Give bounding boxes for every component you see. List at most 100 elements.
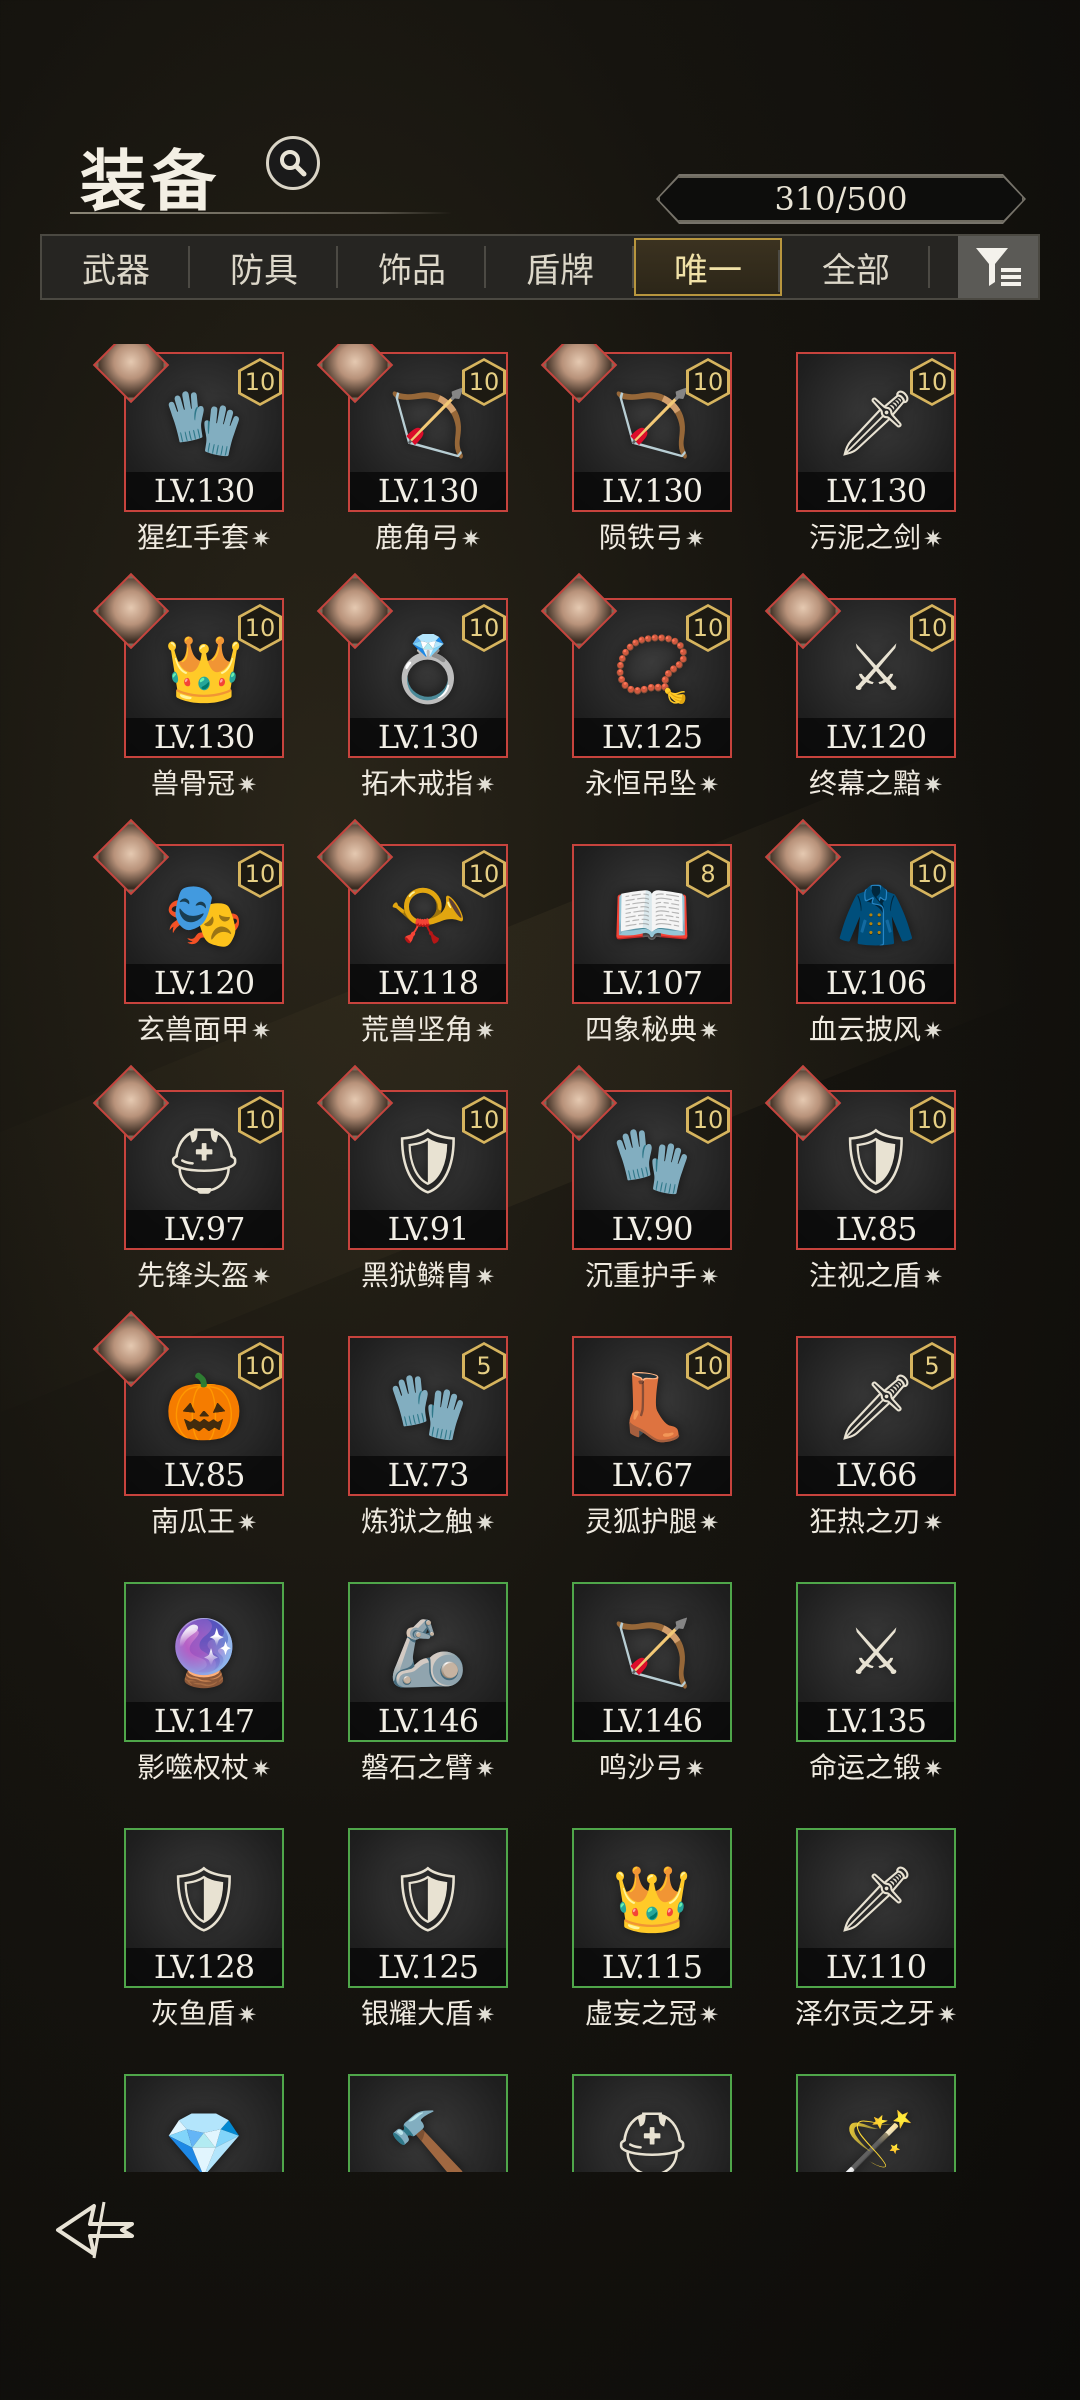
equipment-item[interactable]: 🏹 LV.130 10 陨铁弓✷ bbox=[540, 344, 732, 554]
item-card[interactable]: 🔮 LV.147 bbox=[124, 1582, 284, 1742]
equipment-item[interactable]: 👑 LV.115 虚妄之冠✷ bbox=[572, 1820, 732, 2030]
item-card[interactable]: ⛑ bbox=[572, 2074, 732, 2172]
item-name-text: 黑狱鳞胄 bbox=[360, 1259, 473, 1292]
equipment-item[interactable]: 🏹 LV.130 10 鹿角弓✷ bbox=[316, 344, 508, 554]
item-level: LV.135 bbox=[798, 1702, 954, 1740]
item-card[interactable]: 🪄 bbox=[796, 2074, 956, 2172]
equipment-item[interactable]: 📿 LV.125 10 永恒吊坠✷ bbox=[540, 572, 732, 800]
item-name-text: 四象秘典 bbox=[584, 1013, 697, 1046]
equipment-item[interactable]: 💎 bbox=[124, 2066, 284, 2172]
equipment-item[interactable]: 🦾 LV.146 磐石之臂✷ bbox=[348, 1574, 508, 1784]
dagger-icon: 🗡 bbox=[835, 1862, 917, 1937]
equipment-item[interactable]: 🔨 bbox=[348, 2066, 508, 2172]
item-name: 泽尔贡之牙✷ bbox=[766, 1992, 986, 2032]
back-icon[interactable] bbox=[54, 2198, 138, 2262]
unique-star-icon: ✷ bbox=[922, 525, 944, 553]
item-name: 四象秘典✷ bbox=[542, 1008, 762, 1048]
equipment-item[interactable]: 🔮 LV.147 影噬权杖✷ bbox=[124, 1574, 284, 1784]
helmet-icon: ⛑ bbox=[611, 2108, 693, 2173]
enhance-level: 10 bbox=[689, 1099, 727, 1141]
equipment-item[interactable]: 🏹 LV.146 鸣沙弓✷ bbox=[572, 1574, 732, 1784]
equipment-item[interactable]: 🛡 LV.128 灰鱼盾✷ bbox=[124, 1820, 284, 2030]
item-name-text: 虚妄之冠 bbox=[584, 1997, 697, 2030]
equipment-item[interactable]: 🧤 LV.73 5 炼狱之触✷ bbox=[348, 1328, 508, 1538]
item-name-text: 猩红手套 bbox=[136, 521, 249, 554]
tab-all[interactable]: 全部 bbox=[782, 236, 930, 298]
item-level: LV.125 bbox=[574, 718, 730, 756]
item-name-text: 灰鱼盾 bbox=[150, 1997, 235, 2030]
item-name-text: 注视之盾 bbox=[808, 1259, 921, 1292]
item-level: LV.97 bbox=[126, 1210, 282, 1248]
item-level: LV.130 bbox=[126, 718, 282, 756]
item-card[interactable]: 🔨 bbox=[348, 2074, 508, 2172]
equipment-item[interactable]: 🗡 LV.130 10 污泥之剑✷ bbox=[796, 344, 956, 554]
enhance-level: 10 bbox=[241, 607, 279, 649]
item-card[interactable]: 💎 bbox=[124, 2074, 284, 2172]
equipment-item[interactable]: 🛡 LV.91 10 黑狱鳞胄✷ bbox=[316, 1064, 508, 1292]
tab-shields[interactable]: 盾牌 bbox=[486, 236, 634, 298]
item-level: LV.146 bbox=[350, 1702, 506, 1740]
unique-star-icon: ✷ bbox=[684, 525, 706, 553]
equipment-item[interactable]: 🧤 LV.130 10 猩红手套✷ bbox=[92, 344, 284, 554]
equipment-item[interactable]: 📖 LV.107 8 四象秘典✷ bbox=[572, 836, 732, 1046]
filter-button[interactable] bbox=[958, 236, 1038, 298]
item-name: 兽骨冠✷ bbox=[94, 762, 314, 802]
equipment-item[interactable]: ⛑ LV.97 10 先锋头盔✷ bbox=[92, 1064, 284, 1292]
item-card[interactable]: 🗡 LV.110 bbox=[796, 1828, 956, 1988]
equipment-item[interactable]: 👑 LV.130 10 兽骨冠✷ bbox=[92, 572, 284, 800]
item-name-text: 血云披风 bbox=[808, 1013, 921, 1046]
item-name: 南瓜王✷ bbox=[94, 1500, 314, 1540]
unique-star-icon: ✷ bbox=[922, 1017, 944, 1045]
equipment-item[interactable]: 🛡 LV.85 10 注视之盾✷ bbox=[764, 1064, 956, 1292]
item-card[interactable]: ⚔ LV.135 bbox=[796, 1582, 956, 1742]
unique-star-icon: ✷ bbox=[474, 1017, 496, 1045]
unique-star-icon: ✷ bbox=[474, 771, 496, 799]
equipment-item[interactable]: 🧥 LV.106 10 血云披风✷ bbox=[764, 818, 956, 1046]
item-card[interactable]: 📖 LV.107 8 bbox=[572, 844, 732, 1004]
tab-unique[interactable]: 唯一 bbox=[634, 238, 782, 296]
item-name: 银耀大盾✷ bbox=[318, 1992, 538, 2032]
tab-armor[interactable]: 防具 bbox=[190, 236, 338, 298]
enhance-level: 5 bbox=[913, 1345, 951, 1387]
equipment-item[interactable]: 🗡 LV.66 5 狂热之刃✷ bbox=[796, 1328, 956, 1538]
item-level: LV.130 bbox=[350, 718, 506, 756]
item-card[interactable]: 🗡 LV.66 5 bbox=[796, 1336, 956, 1496]
item-card[interactable]: 🛡 LV.128 bbox=[124, 1828, 284, 1988]
equipment-item[interactable]: 🛡 LV.125 银耀大盾✷ bbox=[348, 1820, 508, 2030]
enhance-level: 10 bbox=[689, 1345, 727, 1387]
item-card[interactable]: 🛡 LV.125 bbox=[348, 1828, 508, 1988]
item-card[interactable]: 🏹 LV.146 bbox=[572, 1582, 732, 1742]
equipment-item[interactable]: 🎭 LV.120 10 玄兽面甲✷ bbox=[92, 818, 284, 1046]
enhance-level: 8 bbox=[689, 853, 727, 895]
item-level: LV.107 bbox=[574, 964, 730, 1002]
equipment-item[interactable]: 🎃 LV.85 10 南瓜王✷ bbox=[92, 1310, 284, 1538]
item-name: 终幕之黯✷ bbox=[766, 762, 986, 802]
equipment-item[interactable]: 👢 LV.67 10 灵狐护腿✷ bbox=[572, 1328, 732, 1538]
equipment-item[interactable]: 🪄 bbox=[796, 2066, 956, 2172]
equipment-item[interactable]: ⛑ bbox=[572, 2066, 732, 2172]
item-card[interactable]: 🧤 LV.73 5 bbox=[348, 1336, 508, 1496]
tab-weapons[interactable]: 武器 bbox=[42, 236, 190, 298]
equipment-item[interactable]: 💍 LV.130 10 拓木戒指✷ bbox=[316, 572, 508, 800]
tab-accessories[interactable]: 饰品 bbox=[338, 236, 486, 298]
equipment-item[interactable]: 📯 LV.118 10 荒兽坚角✷ bbox=[316, 818, 508, 1046]
enhance-level: 10 bbox=[465, 853, 503, 895]
unique-star-icon: ✷ bbox=[936, 2001, 958, 2029]
equipment-item[interactable]: ⚔ LV.135 命运之锻✷ bbox=[796, 1574, 956, 1784]
equipment-item[interactable]: 🧤 LV.90 10 沉重护手✷ bbox=[540, 1064, 732, 1292]
item-card[interactable]: 👢 LV.67 10 bbox=[572, 1336, 732, 1496]
unique-star-icon: ✷ bbox=[698, 2001, 720, 2029]
item-name: 影噬权杖✷ bbox=[94, 1746, 314, 1786]
item-name: 鹿角弓✷ bbox=[318, 516, 538, 556]
search-button[interactable] bbox=[266, 136, 320, 190]
equipment-item[interactable]: ⚔ LV.120 10 终幕之黯✷ bbox=[764, 572, 956, 800]
equipment-item[interactable]: 🗡 LV.110 泽尔贡之牙✷ bbox=[795, 1820, 957, 2030]
item-name: 黑狱鳞胄✷ bbox=[318, 1254, 538, 1294]
item-name: 陨铁弓✷ bbox=[542, 516, 762, 556]
item-card[interactable]: 🦾 LV.146 bbox=[348, 1582, 508, 1742]
item-card[interactable]: 👑 LV.115 bbox=[572, 1828, 732, 1988]
unique-star-icon: ✷ bbox=[236, 1509, 258, 1537]
enhance-level: 10 bbox=[465, 607, 503, 649]
item-level: LV.85 bbox=[798, 1210, 954, 1248]
item-card[interactable]: 🗡 LV.130 10 bbox=[796, 352, 956, 512]
